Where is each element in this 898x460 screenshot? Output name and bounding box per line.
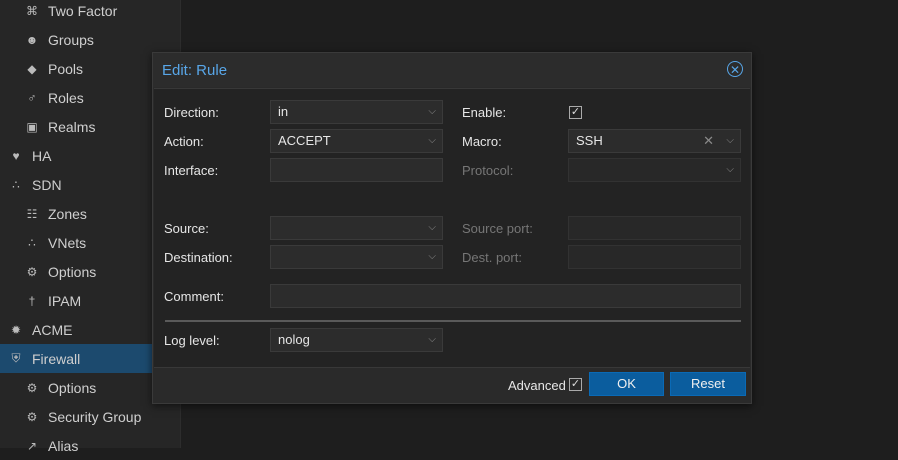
sidebar-item-label: VNets [48,234,87,251]
sidebar-item-label: Alias [48,437,79,454]
reset-button[interactable]: Reset [670,372,746,396]
network-icon: ∴ [28,235,36,250]
sidebar-item-label: Security Group [48,408,142,425]
chevron-down-icon: ⌵ [726,164,734,175]
action-select[interactable]: ACCEPT ⌵ [270,129,443,153]
source-port-input [568,216,741,240]
sidebar-item-label: Groups [48,31,94,48]
sidebar-item-label: HA [32,147,52,164]
divider [165,320,741,322]
gear-icon: ⚙ [26,409,38,424]
clear-icon[interactable]: ✕ [703,130,714,152]
comment-input[interactable] [270,284,741,308]
action-label: Action: [164,134,204,149]
macro-value: SSH [576,133,603,148]
chevron-down-icon[interactable]: ⌵ [428,101,436,123]
sidebar-item-alias[interactable]: ↗ Alias [0,431,180,460]
macro-select[interactable]: SSH ✕ ⌵ [568,129,741,153]
enable-checkbox[interactable]: ✓ [569,106,582,119]
dialog-body: Direction: in ⌵ Action: ACCEPT ⌵ Interfa… [154,88,750,368]
comment-label: Comment: [164,289,224,304]
gear-icon: ⚙ [26,264,38,279]
dialog-footer: Advanced ✓ OK Reset [153,367,751,403]
protocol-select: ⌵ [568,158,741,182]
dialog-header: Edit: Rule ✕ [153,53,751,87]
dialog-title: Edit: Rule [162,62,228,79]
external-link-icon: ↗ [26,438,38,453]
certificate-icon: ✹ [10,322,22,337]
source-port-label: Source port: [462,221,533,236]
sidebar-item-groups[interactable]: ☻ Groups [0,25,180,54]
direction-value: in [278,104,289,119]
sidebar-item-two-factor[interactable]: ⌘ Two Factor [0,0,180,25]
log-level-value: nolog [278,332,310,347]
tags-icon: ◆ [27,61,37,76]
log-level-select[interactable]: nolog ⌵ [270,328,443,352]
protocol-label: Protocol: [462,163,514,178]
key-icon: ⌘ [26,3,38,18]
macro-label: Macro: [462,134,502,149]
users-icon: ☻ [25,32,39,47]
enable-label: Enable: [462,105,507,120]
destination-label: Destination: [164,250,233,265]
destination-combo[interactable]: ⌵ [270,245,443,269]
sidebar-item-security-group[interactable]: ⚙ Security Group [0,402,180,431]
direction-select[interactable]: in ⌵ [270,100,443,124]
close-icon[interactable]: ✕ [727,61,743,77]
chevron-down-icon[interactable]: ⌵ [726,130,734,152]
interface-label: Interface: [164,163,219,178]
sidebar-item-label: Two Factor [48,2,118,19]
chevron-down-icon[interactable]: ⌵ [428,329,436,351]
log-level-label: Log level: [164,333,220,348]
heartbeat-icon: ♥ [12,148,20,163]
sidebar-item-label: Roles [48,89,84,106]
sidebar-item-label: Zones [48,205,87,222]
sidebar-item-label: SDN [32,176,62,193]
chevron-down-icon[interactable]: ⌵ [428,217,436,239]
advanced-checkbox[interactable]: ✓ [569,378,582,391]
th-icon: ☷ [26,206,38,221]
chevron-down-icon[interactable]: ⌵ [428,130,436,152]
shield-icon: ⛨ [11,351,21,365]
source-combo[interactable]: ⌵ [270,216,443,240]
action-value: ACCEPT [278,133,331,148]
source-label: Source: [164,221,209,236]
sidebar-item-label: IPAM [48,292,82,309]
sidebar-item-label: Pools [48,60,84,77]
interface-input[interactable] [270,158,443,182]
sdn-icon: ∴ [12,177,20,192]
map-signs-icon: † [28,293,36,308]
edit-rule-dialog: Edit: Rule ✕ Direction: in ⌵ Action: ACC… [152,52,752,404]
sidebar-item-label: Options [48,263,97,280]
address-book-icon: ▣ [26,119,38,134]
male-icon: ♂ [27,90,37,105]
sidebar-item-label: Realms [48,118,96,135]
dest-port-label: Dest. port: [462,250,522,265]
direction-label: Direction: [164,105,219,120]
sidebar-item-label: Options [48,379,97,396]
ok-button[interactable]: OK [589,372,664,396]
dest-port-input [568,245,741,269]
sidebar-item-label: ACME [32,321,73,338]
sidebar-item-label: Firewall [32,350,81,367]
advanced-label: Advanced [508,378,566,393]
chevron-down-icon[interactable]: ⌵ [428,246,436,268]
gear-icon: ⚙ [26,380,38,395]
